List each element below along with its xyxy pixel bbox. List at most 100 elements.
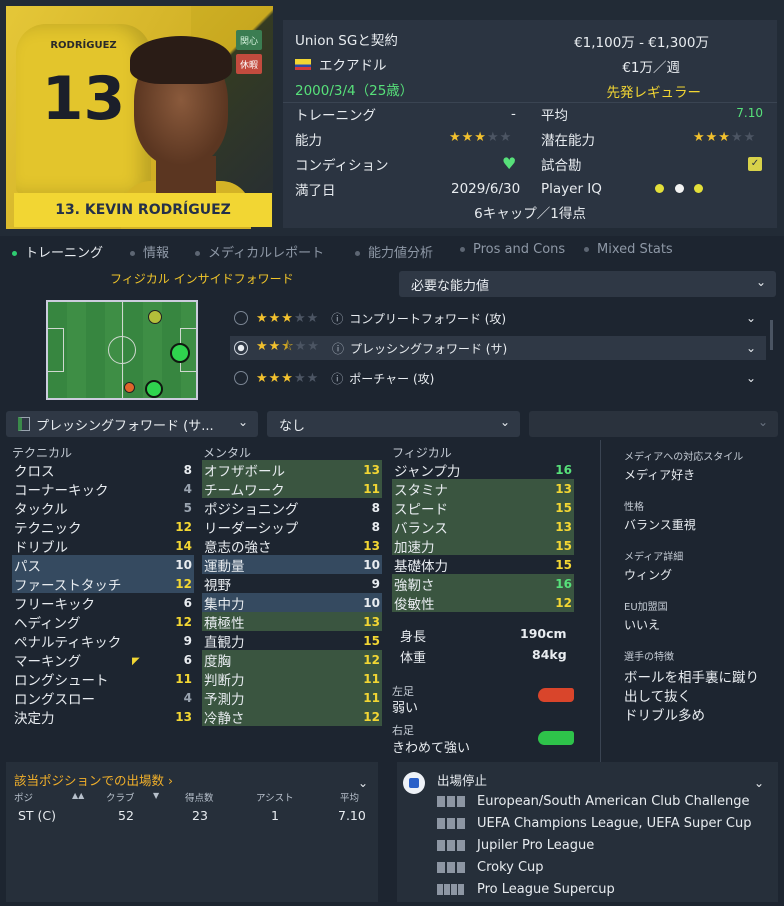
header-average[interactable]: 平均 <box>340 790 359 804</box>
attribute-row[interactable]: ヘディング 12 <box>12 612 194 632</box>
suspension-icon <box>403 772 425 794</box>
attribute-row[interactable]: コーナーキック 4 <box>12 479 194 499</box>
eu-value: いいえ <box>624 618 661 632</box>
scrollbar[interactable] <box>770 320 773 350</box>
attribute-row[interactable]: スピード 15 <box>392 498 574 518</box>
attribute-value: 12 <box>175 576 192 591</box>
suspension-panel: 出場停止 ⌄ European/South American Club Chal… <box>397 762 778 902</box>
attribute-row[interactable]: テクニック 12 <box>12 517 194 537</box>
attribute-value: 13 <box>175 709 192 724</box>
player-info-panel: Union SGと契約 €1,100万 - €1,300万 エクアドル €1万／… <box>283 20 777 228</box>
attribute-name: ロングスロー <box>14 691 95 708</box>
row-assists: 1 <box>271 808 279 823</box>
extra-select[interactable]: ⌄ <box>529 411 778 437</box>
header-goals[interactable]: 得点数 <box>185 790 214 804</box>
ecuador-flag-icon <box>295 58 311 70</box>
position-dot-icon <box>148 310 162 324</box>
chevron-down-icon[interactable]: ⌄ <box>358 776 368 790</box>
attribute-row[interactable]: 度胸 12 <box>202 650 382 670</box>
attribute-value: 10 <box>363 557 380 572</box>
role-select[interactable]: プレッシングフォワード (サ... ⌄ <box>6 411 258 437</box>
media-detail-value: ウィング <box>624 568 673 582</box>
height-value: 190cm <box>520 626 567 641</box>
position-appearances-panel: 該当ポジションでの出場数 › ⌄ ポジ ▲▲ クラブ ▼ 得点数 アシスト 平均… <box>6 762 378 902</box>
attribute-name: ヘディング <box>14 615 81 632</box>
radio-button[interactable] <box>234 371 248 385</box>
tab-pros-cons[interactable]: Pros and Cons <box>460 242 565 257</box>
tab-training[interactable]: トレーニング <box>12 242 103 261</box>
attribute-name: 視野 <box>204 577 231 594</box>
nationality: エクアドル <box>295 52 387 76</box>
compare-select[interactable]: なし ⌄ <box>267 411 520 437</box>
attribute-row[interactable]: バランス 13 <box>392 517 574 537</box>
radio-button[interactable] <box>234 311 248 325</box>
attribute-row[interactable]: 意志の強さ 13 <box>202 536 382 556</box>
role-row-selected[interactable]: ★★⯪★★ ⓘ プレッシングフォワード (サ) ⌄ <box>230 336 766 360</box>
right-boot-icon <box>538 731 574 745</box>
attribute-row[interactable]: 強靭さ 16 <box>392 574 574 594</box>
info-icon: ⓘ <box>331 371 344 386</box>
attribute-row[interactable]: 視野 9 <box>202 574 382 594</box>
attribute-row[interactable]: 決定力 13 <box>12 707 194 727</box>
attribute-row[interactable]: オフザボール 13 <box>202 460 382 480</box>
iq-dot-2-icon <box>675 184 684 193</box>
attribute-value: 13 <box>555 519 572 534</box>
attribute-value: 12 <box>363 652 380 667</box>
attribute-row[interactable]: 基礎体力 15 <box>392 555 574 575</box>
weight-label: 体重 <box>400 651 427 666</box>
tab-attribute-analysis[interactable]: 能力値分析 <box>355 242 433 261</box>
appearances-title[interactable]: 該当ポジションでの出場数 › <box>14 770 173 789</box>
header-position[interactable]: ポジ <box>14 790 33 804</box>
chevron-down-icon[interactable]: ⌄ <box>754 776 764 790</box>
attribute-row[interactable]: クロス 8 <box>12 460 194 480</box>
attribute-row[interactable]: 予測力 11 <box>202 688 382 708</box>
attribute-row[interactable]: ペナルティキック 9 <box>12 631 194 651</box>
attribute-row[interactable]: ジャンプ力 16 <box>392 460 574 480</box>
attribute-row[interactable]: 冷静さ 12 <box>202 707 382 727</box>
attribute-row[interactable]: ドリブル 14 <box>12 536 194 556</box>
tab-info[interactable]: 情報 <box>130 242 169 261</box>
attribute-row[interactable]: 運動量 10 <box>202 555 382 575</box>
attribute-row[interactable]: スタミナ 13 <box>392 479 574 499</box>
attribute-name: クロス <box>14 463 55 480</box>
match-fitness-label: 試合勘 <box>541 158 582 174</box>
attribute-value: 11 <box>363 481 380 496</box>
radio-button-selected[interactable] <box>234 341 248 355</box>
attribute-row[interactable]: ファーストタッチ 12 <box>12 574 194 594</box>
attribute-row[interactable]: 加速力 15 <box>392 536 574 556</box>
sort-icon[interactable]: ▲▲ <box>72 791 84 800</box>
tab-mixed-stats[interactable]: Mixed Stats <box>584 242 673 257</box>
attribute-row[interactable]: 俊敏性 12 <box>392 593 574 613</box>
tab-medical[interactable]: メディカルレポート <box>195 242 324 261</box>
attribute-row[interactable]: マーキング 6 <box>12 650 194 670</box>
attribute-row[interactable]: 積極性 13 <box>202 612 382 632</box>
attribute-row[interactable]: パス 10 <box>12 555 194 575</box>
attribute-row[interactable]: ロングシュート 11 <box>12 669 194 689</box>
header-club[interactable]: クラブ <box>106 790 135 804</box>
attribute-row[interactable]: 判断力 11 <box>202 669 382 689</box>
squad-status: 先発レギュラー <box>606 85 702 101</box>
attribute-row[interactable]: タックル 5 <box>12 498 194 518</box>
ability-stars: ★★★★★ <box>449 130 513 145</box>
attribute-row[interactable]: フリーキック 6 <box>12 593 194 613</box>
role-name: プレッシングフォワード (サ) <box>349 341 508 356</box>
attribute-name: ジャンプ力 <box>394 463 461 480</box>
attribute-row[interactable]: 直観力 15 <box>202 631 382 651</box>
attribute-row[interactable]: リーダーシップ 8 <box>202 517 382 537</box>
interest-tag[interactable]: 関心 <box>236 30 262 50</box>
attribute-row[interactable]: ロングスロー 4 <box>12 688 194 708</box>
shirt-graphic: RODRÍGUEZ 13 <box>16 24 151 194</box>
training-value: - <box>511 106 516 122</box>
attribute-row[interactable]: チームワーク 11 <box>202 479 382 499</box>
required-attributes-dropdown[interactable]: 必要な能力値 ⌄ <box>399 271 776 297</box>
sort-down-icon[interactable]: ▼ <box>153 791 159 800</box>
traits-label: 選手の特徴 <box>624 652 674 663</box>
attribute-row[interactable]: ポジショニング 8 <box>202 498 382 518</box>
competition-name: Pro League Supercup <box>477 882 615 897</box>
header-assists[interactable]: アシスト <box>256 790 294 804</box>
holiday-tag[interactable]: 休暇 <box>236 54 262 74</box>
trait-item: ボールを相手裏に蹴り <box>624 670 759 686</box>
role-row[interactable]: ★★★★★ ⓘ コンプリートフォワード (攻) ⌄ <box>230 306 766 330</box>
role-row[interactable]: ★★★★★ ⓘ ポーチャー (攻) ⌄ <box>230 366 766 390</box>
attribute-row[interactable]: 集中力 10 <box>202 593 382 613</box>
